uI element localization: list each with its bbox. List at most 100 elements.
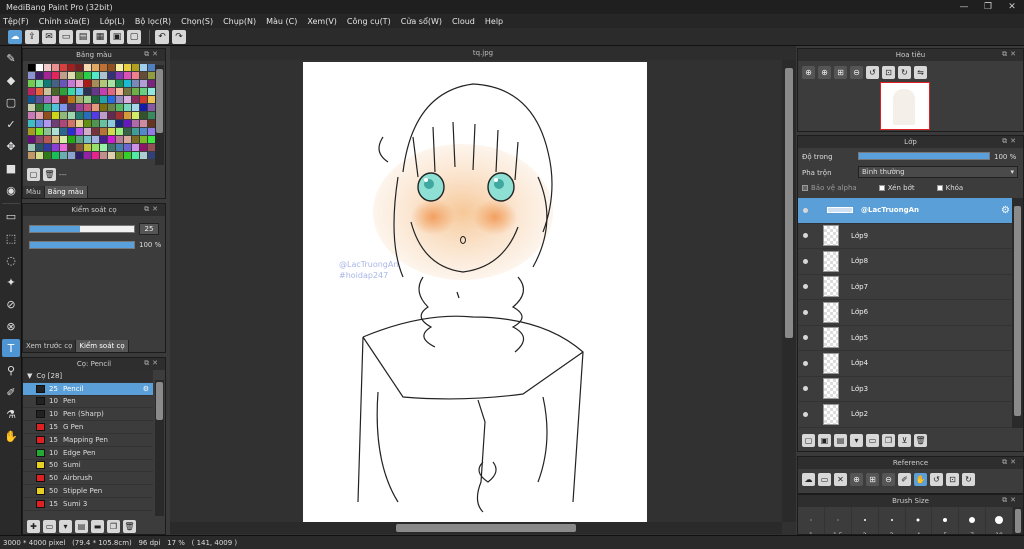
panel-window-icons[interactable]: ⧉✕	[1002, 496, 1019, 505]
checkbox[interactable]	[936, 185, 943, 191]
color-swatch[interactable]	[44, 64, 51, 71]
color-swatch[interactable]	[60, 104, 67, 111]
color-swatch[interactable]	[148, 72, 155, 79]
close-reference-icon[interactable]: ✕	[834, 473, 847, 486]
color-swatch[interactable]	[124, 104, 131, 111]
menu-edit[interactable]: Chỉnh sửa(E)	[39, 17, 90, 26]
color-swatch[interactable]	[68, 152, 75, 159]
layer-folder-icon[interactable]: ▭	[866, 434, 879, 447]
delete-brush-icon[interactable]: 🗑	[123, 520, 136, 533]
tab-brush-preview[interactable]: Xem trước cọ	[23, 340, 77, 352]
color-swatch[interactable]	[44, 104, 51, 111]
color-swatch[interactable]	[116, 80, 123, 87]
ref-eyedropper-icon[interactable]: ✐	[898, 473, 911, 486]
color-swatch[interactable]	[60, 120, 67, 127]
brush-size-slider[interactable]	[29, 225, 135, 233]
brush-item[interactable]: 15 Sumi 3	[23, 497, 153, 511]
brush-item[interactable]: 50 Sumi	[23, 459, 153, 473]
color-swatch[interactable]	[132, 112, 139, 119]
color-swatch[interactable]	[148, 136, 155, 143]
layer-menu-icon[interactable]: ▾	[850, 434, 863, 447]
layer-row[interactable]: Lớp6	[798, 300, 1012, 326]
restore-icon[interactable]: ❐	[976, 0, 1000, 14]
open-folder-icon[interactable]: ▭	[818, 473, 831, 486]
layer-row[interactable]: Lớp5	[798, 326, 1012, 351]
eye-icon[interactable]	[803, 233, 808, 239]
ref-fit-icon[interactable]: ⊞	[866, 473, 879, 486]
color-swatch[interactable]	[132, 104, 139, 111]
color-swatch[interactable]	[148, 88, 155, 95]
color-swatch[interactable]	[116, 88, 123, 95]
collapse-icon[interactable]: ▼	[27, 372, 32, 380]
eye-icon[interactable]	[803, 207, 808, 213]
folder-icon[interactable]: ▭	[43, 520, 56, 533]
undo-icon[interactable]: ↶	[155, 29, 169, 44]
new-halftone-layer-icon[interactable]: ▤	[834, 434, 847, 447]
color-swatch[interactable]	[36, 72, 43, 79]
color-swatch[interactable]	[28, 64, 35, 71]
color-swatch[interactable]	[116, 144, 123, 151]
ref-zoom-in-icon[interactable]: ⊕	[850, 473, 863, 486]
menu-help[interactable]: Help	[485, 17, 503, 26]
clipping-option[interactable]: Xén bớt	[878, 184, 915, 192]
tab-palette[interactable]: Bảng màu	[44, 186, 88, 198]
color-swatch[interactable]	[108, 64, 115, 71]
select-rect-icon[interactable]: ⬚	[2, 229, 20, 247]
redo-icon[interactable]: ↷	[172, 29, 186, 44]
color-swatch[interactable]	[108, 80, 115, 87]
new-layer-icon[interactable]: ▢	[802, 434, 815, 447]
color-swatch[interactable]	[132, 136, 139, 143]
color-swatch[interactable]	[100, 64, 107, 71]
scroll-thumb[interactable]	[396, 524, 576, 532]
shape-tool-icon[interactable]: ▢	[2, 93, 20, 111]
color-swatch[interactable]	[140, 144, 147, 151]
color-swatch[interactable]	[132, 128, 139, 135]
color-swatch[interactable]	[76, 64, 83, 71]
color-swatch[interactable]	[44, 120, 51, 127]
color-swatch[interactable]	[140, 104, 147, 111]
brush-item[interactable]: 50 Airbrush	[23, 472, 153, 486]
new-layer-alt-icon[interactable]: ▣	[818, 434, 831, 447]
hand-tool-icon[interactable]: ✋	[2, 427, 20, 445]
color-swatch[interactable]	[28, 136, 35, 143]
color-swatch[interactable]	[44, 96, 51, 103]
color-swatch[interactable]	[44, 152, 51, 159]
bucket-tool-icon[interactable]: ◉	[2, 181, 20, 199]
color-swatch[interactable]	[36, 128, 43, 135]
brush-size-preset[interactable]: 10	[986, 507, 1013, 534]
layer-scrollbar[interactable]	[1012, 198, 1023, 428]
eye-icon[interactable]	[803, 386, 808, 392]
cloud-download-icon[interactable]: ☁	[802, 473, 815, 486]
color-swatch[interactable]	[92, 104, 99, 111]
brush-group[interactable]: ▼ Cọ [28]	[23, 370, 153, 383]
color-swatch[interactable]	[116, 64, 123, 71]
brush-scrollbar[interactable]	[155, 380, 164, 516]
magic-wand-icon[interactable]: ✦	[2, 273, 20, 291]
zoom-in-icon[interactable]: ⊕	[802, 66, 815, 79]
color-swatch[interactable]	[132, 88, 139, 95]
color-swatch[interactable]	[116, 128, 123, 135]
color-swatch[interactable]	[124, 112, 131, 119]
color-swatch[interactable]	[84, 96, 91, 103]
color-swatch[interactable]	[84, 136, 91, 143]
color-swatch[interactable]	[52, 80, 59, 87]
eye-icon[interactable]	[803, 360, 808, 366]
menu-layer[interactable]: Lớp(L)	[100, 17, 125, 26]
color-swatch[interactable]	[108, 88, 115, 95]
menu-filter[interactable]: Bộ lọc(R)	[135, 17, 171, 26]
blend-mode-select[interactable]: Bình thường ▾	[858, 166, 1018, 178]
panel-window-icons[interactable]: ⧉✕	[1002, 50, 1019, 59]
close-icon[interactable]: ✕	[1000, 0, 1024, 14]
color-swatch[interactable]	[84, 152, 91, 159]
color-swatch[interactable]	[76, 96, 83, 103]
color-swatch[interactable]	[60, 88, 67, 95]
color-swatch[interactable]	[116, 72, 123, 79]
color-swatch[interactable]	[76, 136, 83, 143]
color-swatch[interactable]	[132, 64, 139, 71]
add-brush-icon[interactable]: ✚	[27, 520, 40, 533]
eye-icon[interactable]	[803, 258, 808, 264]
color-swatch[interactable]	[148, 96, 155, 103]
color-swatch[interactable]	[124, 72, 131, 79]
color-swatch[interactable]	[124, 144, 131, 151]
eye-icon[interactable]	[803, 309, 808, 315]
